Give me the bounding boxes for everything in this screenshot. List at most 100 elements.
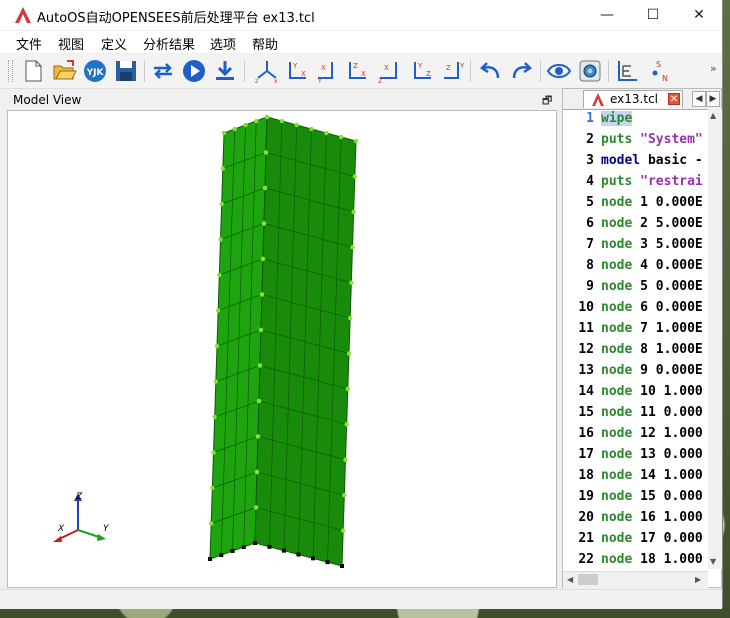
refresh-icon[interactable]: [150, 58, 176, 84]
menu-view[interactable]: 视图: [58, 34, 84, 53]
code-text: node 16 1.000: [601, 510, 703, 525]
camera-icon[interactable]: [577, 58, 603, 84]
view-isometric-icon[interactable]: zx: [254, 58, 280, 84]
redo-icon[interactable]: [508, 58, 534, 84]
code-line[interactable]: 9 node 5 0.000E: [563, 279, 709, 300]
view-zx-reverse-icon[interactable]: XZ: [376, 58, 402, 84]
tab-next-button[interactable]: ▶: [706, 91, 720, 107]
code-line[interactable]: 18 node 14 1.000: [563, 468, 709, 489]
code-args: 7 1.000E: [632, 321, 703, 336]
node-point: [352, 174, 358, 179]
title-bar[interactable]: AutoOS自动OPENSEES前后处理平台 ex13.tcl — ☐ ✕: [0, 0, 722, 30]
node-point: [243, 122, 248, 128]
line-number: 8: [586, 258, 594, 273]
svg-text:Z: Z: [426, 70, 431, 78]
section-sn-icon[interactable]: SN: [647, 58, 673, 84]
code-line[interactable]: 17 node 13 0.000: [563, 447, 709, 468]
support-node: [325, 560, 330, 565]
undo-icon[interactable]: [478, 58, 504, 84]
tab-close-icon[interactable]: ✕: [668, 93, 680, 105]
code-line[interactable]: 14 node 10 1.000: [563, 384, 709, 405]
run-analysis-icon[interactable]: [181, 58, 207, 84]
view-yz-icon[interactable]: YZ: [409, 58, 435, 84]
app-logo-icon: [15, 7, 31, 23]
code-line[interactable]: 8 node 4 0.000E: [563, 258, 709, 279]
node-point: [345, 386, 351, 392]
horizontal-scrollbar[interactable]: ◀ ▶: [563, 571, 708, 588]
menu-results[interactable]: 分析结果: [143, 34, 195, 53]
save-icon[interactable]: [113, 58, 139, 84]
scroll-up-icon[interactable]: ▲: [710, 111, 716, 120]
scroll-right-icon[interactable]: ▶: [695, 575, 701, 584]
node-point: [294, 122, 299, 128]
tab-prev-button[interactable]: ◀: [692, 91, 706, 107]
code-keyword: node: [601, 426, 633, 441]
svg-text:Y: Y: [317, 78, 322, 84]
code-keyword: node: [601, 363, 633, 378]
code-line[interactable]: 21 node 17 0.000: [563, 531, 709, 552]
eye-visibility-icon[interactable]: [546, 58, 572, 84]
node-point: [256, 398, 262, 404]
menu-options[interactable]: 选项: [210, 34, 236, 53]
code-line[interactable]: 12 node 8 1.000E: [563, 342, 709, 363]
code-area[interactable]: 1 wipe 2 puts "System" 3 model basic - 4 puts "…: [563, 111, 709, 571]
line-number: 15: [578, 405, 594, 420]
scroll-thumb[interactable]: [578, 574, 598, 585]
view-zx-icon[interactable]: ZX: [344, 58, 370, 84]
open-folder-icon[interactable]: [51, 58, 77, 84]
code-args: 4 0.000E: [632, 258, 703, 273]
vertical-scrollbar[interactable]: ▲ ▼: [708, 109, 722, 569]
line-number: 22: [578, 552, 594, 567]
code-line[interactable]: 19 node 15 0.000: [563, 489, 709, 510]
download-icon[interactable]: [212, 58, 238, 84]
menu-file[interactable]: 文件: [16, 34, 42, 53]
toolbar-overflow-button[interactable]: »: [710, 62, 717, 75]
panel-restore-icon[interactable]: 🗗: [542, 92, 552, 111]
code-line[interactable]: 10 node 6 0.000E: [563, 300, 709, 321]
code-line[interactable]: 7 node 3 5.000E: [563, 237, 709, 258]
code-keyword: node: [601, 510, 633, 525]
view-xz-icon[interactable]: YX: [284, 58, 310, 84]
menu-define[interactable]: 定义: [101, 34, 127, 53]
scroll-down-icon[interactable]: ▼: [710, 557, 716, 566]
maximize-button[interactable]: ☐: [630, 0, 676, 30]
code-line[interactable]: 6 node 2 5.000E: [563, 216, 709, 237]
code-args: 13 0.000: [632, 447, 703, 462]
view-xy-icon[interactable]: XY: [314, 58, 340, 84]
new-file-icon[interactable]: [20, 58, 46, 84]
open-yjk-icon[interactable]: YJK: [82, 58, 108, 84]
node-point: [219, 201, 224, 207]
y-axis-arrow-icon: [97, 534, 106, 541]
svg-text:X: X: [384, 64, 389, 72]
shell-mesh: [209, 116, 357, 567]
support-node: [296, 552, 301, 557]
menu-help[interactable]: 帮助: [252, 34, 278, 53]
code-keyword: wipe: [601, 111, 633, 126]
code-line[interactable]: 22 node 18 1.000: [563, 552, 709, 571]
code-line[interactable]: 11 node 7 1.000E: [563, 321, 709, 342]
code-args: "restrai: [632, 174, 703, 189]
code-line[interactable]: 2 puts "System": [563, 132, 709, 153]
code-line[interactable]: 15 node 11 0.000: [563, 405, 709, 426]
scroll-left-icon[interactable]: ◀: [567, 575, 573, 584]
code-line[interactable]: 1 wipe: [563, 111, 709, 132]
code-line[interactable]: 16 node 12 1.000: [563, 426, 709, 447]
code-text: node 2 5.000E: [601, 216, 703, 231]
toolbar-grip[interactable]: [8, 60, 13, 82]
code-line[interactable]: 20 node 16 1.000: [563, 510, 709, 531]
minimize-button[interactable]: —: [584, 0, 630, 30]
code-line[interactable]: 13 node 9 0.000E: [563, 363, 709, 384]
line-number: 9: [586, 279, 594, 294]
code-line[interactable]: 3 model basic -: [563, 153, 709, 174]
elevation-chart-icon[interactable]: [614, 58, 640, 84]
view-zy-icon[interactable]: ZY: [440, 58, 466, 84]
model-viewport[interactable]: Z Y X: [7, 110, 557, 588]
line-number: 19: [578, 489, 594, 504]
code-line[interactable]: 4 puts "restrai: [563, 174, 709, 195]
code-line[interactable]: 5 node 1 0.000E: [563, 195, 709, 216]
tab-ex13[interactable]: ex13.tcl ✕: [583, 90, 683, 108]
model-view-header: Model View 🗗: [7, 90, 557, 110]
code-text: node 11 0.000: [601, 405, 703, 420]
close-button[interactable]: ✕: [676, 0, 722, 30]
model-canvas[interactable]: Z Y X: [8, 111, 556, 587]
